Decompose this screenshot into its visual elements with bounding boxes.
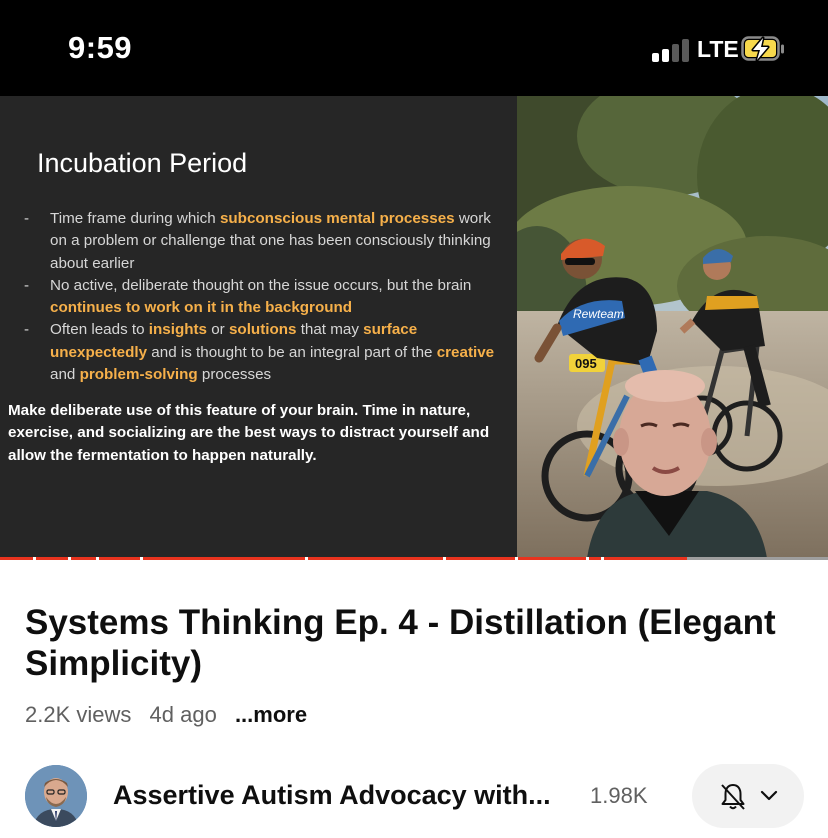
- bullet-dash: -: [24, 321, 30, 339]
- video-progress-bar[interactable]: [0, 557, 828, 560]
- status-bar: 9:59 LTE: [0, 0, 828, 96]
- chapter-marker: [33, 557, 36, 560]
- chapter-marker: [68, 557, 71, 560]
- slide-bullet: - No active, deliberate thought on the is…: [24, 275, 504, 320]
- highlighted-text: subconscious mental processes: [219, 210, 455, 227]
- battery-charging-icon: [741, 36, 784, 62]
- slide-takeaway-text: Make deliberate use of this feature of y…: [8, 402, 490, 464]
- slide-bullet: - Time frame during which subconscious me…: [24, 208, 504, 275]
- chapter-marker: [96, 557, 99, 560]
- bullet-text: Often leads to: [50, 321, 149, 339]
- video-player[interactable]: Incubation Period - Time frame during whi…: [0, 96, 828, 560]
- bullet-text: and: [50, 366, 80, 384]
- signal-bars-icon: [652, 38, 692, 62]
- subscribed-notifications-button[interactable]: [692, 764, 804, 828]
- chapter-marker: [601, 557, 604, 560]
- chapter-marker: [586, 557, 589, 560]
- jersey-text: Rewteam: [573, 307, 624, 321]
- channel-avatar[interactable]: [25, 765, 87, 827]
- bullet-text: that may: [296, 321, 364, 339]
- slide-bullet: - Often leads to insights or solutions th…: [24, 319, 504, 386]
- bullet-text: and is thought to be an integral part of…: [147, 343, 437, 361]
- bullet-dash: -: [24, 210, 30, 227]
- network-type: LTE: [697, 36, 739, 62]
- highlighted-text: continues to work on it in the backgroun…: [50, 299, 353, 317]
- chapter-marker: [515, 557, 518, 560]
- clock-time: 9:59: [68, 30, 133, 65]
- chapter-marker: [443, 557, 446, 560]
- video-meta[interactable]: 2.2K views 4d ago ...more: [25, 702, 319, 728]
- highlighted-text: insights: [148, 321, 208, 339]
- view-count: 2.2K views: [25, 702, 132, 727]
- upload-age: 4d ago: [149, 702, 217, 727]
- video-title[interactable]: Systems Thinking Ep. 4 - Distillation (E…: [25, 602, 815, 684]
- chapter-marker: [305, 557, 308, 560]
- bullet-text: processes: [197, 366, 272, 384]
- bullet-text: or: [207, 321, 229, 339]
- bib-number: 095: [575, 356, 597, 371]
- highlighted-text: problem-solving: [79, 366, 198, 384]
- bullet-dash: -: [24, 276, 30, 294]
- chevron-down-icon: [760, 790, 778, 801]
- presentation-slide: Incubation Period - Time frame during whi…: [0, 96, 517, 558]
- highlighted-text: creative: [436, 343, 495, 361]
- subscriber-count: 1.98K: [590, 783, 648, 808]
- more-link[interactable]: ...more: [235, 702, 307, 727]
- channel-row: Assertive Autism Advocacy with... 1.98K: [0, 762, 828, 832]
- bullet-text: No active, deliberate thought on the iss…: [50, 276, 472, 294]
- chapter-marker: [140, 557, 143, 560]
- cyclists-photo: 095 Rewteam: [517, 96, 828, 558]
- bell-off-icon: [721, 784, 745, 810]
- slide-title: Incubation Period: [37, 148, 248, 178]
- video-progress-fill: [0, 557, 688, 560]
- channel-name[interactable]: Assertive Autism Advocacy with...: [113, 780, 551, 811]
- bullet-text: Time frame during which: [50, 210, 220, 227]
- slide-bullet-list: - Time frame during which subconscious me…: [24, 208, 504, 386]
- highlighted-text: solutions: [228, 321, 297, 339]
